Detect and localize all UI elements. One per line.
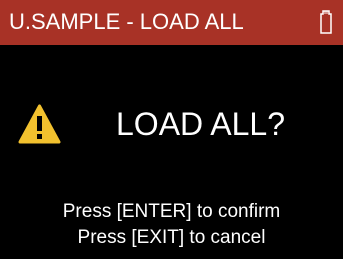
dialog-question: LOAD ALL? bbox=[116, 106, 285, 142]
title-bar: U.SAMPLE - LOAD ALL bbox=[0, 0, 343, 45]
cancel-instruction: Press [EXIT] to cancel bbox=[77, 227, 266, 248]
memory-card-icon bbox=[320, 10, 332, 34]
warning-icon bbox=[18, 104, 61, 144]
dialog-instructions: Press [ENTER] to confirm Press [EXIT] to… bbox=[0, 199, 343, 251]
page-title: U.SAMPLE - LOAD ALL bbox=[9, 9, 244, 34]
device-screen: U.SAMPLE - LOAD ALL LOAD ALL? Press [ENT… bbox=[0, 0, 343, 259]
confirm-instruction: Press [ENTER] to confirm bbox=[62, 201, 281, 222]
